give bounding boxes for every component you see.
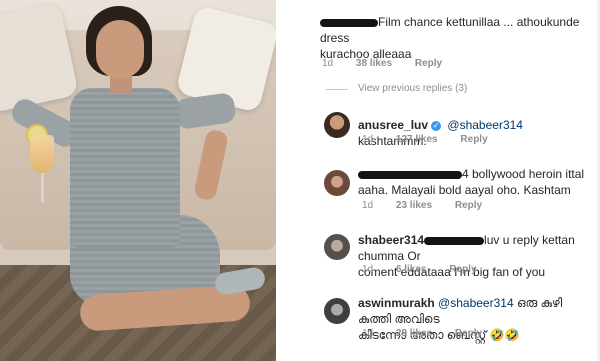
redacted-username: [320, 18, 378, 27]
mention-link[interactable]: @shabeer314: [438, 296, 514, 310]
timestamp: 1d: [362, 328, 374, 339]
glass-stem: [41, 173, 44, 203]
likes-count[interactable]: 23 likes: [396, 200, 432, 211]
view-previous-replies-link[interactable]: View previous replies (3): [358, 83, 467, 94]
comment-meta: 1d 38 likes Reply: [322, 58, 462, 69]
reply-button[interactable]: Reply: [460, 134, 487, 145]
comment-meta: 1d 29 likes Reply: [362, 328, 502, 339]
timestamp: 1d: [322, 58, 334, 69]
reply-button[interactable]: Reply: [449, 264, 476, 275]
post-photo: [0, 0, 276, 361]
reply-button[interactable]: Reply: [455, 200, 482, 211]
face: [96, 20, 144, 78]
comment-meta: 1d 6 likes Reply: [362, 264, 497, 275]
likes-count[interactable]: 127 likes: [396, 134, 438, 145]
username[interactable]: aswinmurakh: [358, 296, 435, 310]
likes-count[interactable]: 29 likes: [396, 328, 432, 339]
username[interactable]: shabeer314: [358, 233, 424, 247]
comment-meta: 1d 127 likes Reply: [362, 134, 508, 145]
cocktail-glass: [30, 135, 54, 173]
comments-panel: Film chance kettunillaa ... athoukunde d…: [276, 0, 600, 361]
likes-count[interactable]: 38 likes: [356, 58, 392, 69]
likes-count[interactable]: 6 likes: [396, 264, 427, 275]
comment-meta: 1d 23 likes Reply: [362, 200, 502, 211]
verified-badge-icon: ✓: [431, 120, 442, 131]
pillow: [0, 1, 79, 114]
avatar[interactable]: [324, 298, 350, 324]
timestamp: 1d: [362, 200, 374, 211]
reply-button[interactable]: Reply: [455, 328, 482, 339]
username[interactable]: anusree_luv: [358, 118, 428, 132]
avatar[interactable]: [324, 170, 350, 196]
timestamp: 1d: [362, 264, 374, 275]
redacted-username: [424, 236, 485, 245]
dress: [70, 88, 180, 248]
timestamp: 1d: [362, 134, 374, 145]
avatar[interactable]: [324, 234, 350, 260]
redacted-username: [358, 170, 462, 179]
mention-link[interactable]: @shabeer314: [447, 118, 523, 132]
reply-button[interactable]: Reply: [415, 58, 442, 69]
comment-text: 4 bollywood heroin ittal aaha. Malayali …: [358, 167, 585, 197]
avatar[interactable]: [324, 112, 350, 138]
replies-divider: [326, 89, 348, 90]
comment-text: Film chance kettunillaa ... athoukunde d…: [320, 15, 580, 61]
